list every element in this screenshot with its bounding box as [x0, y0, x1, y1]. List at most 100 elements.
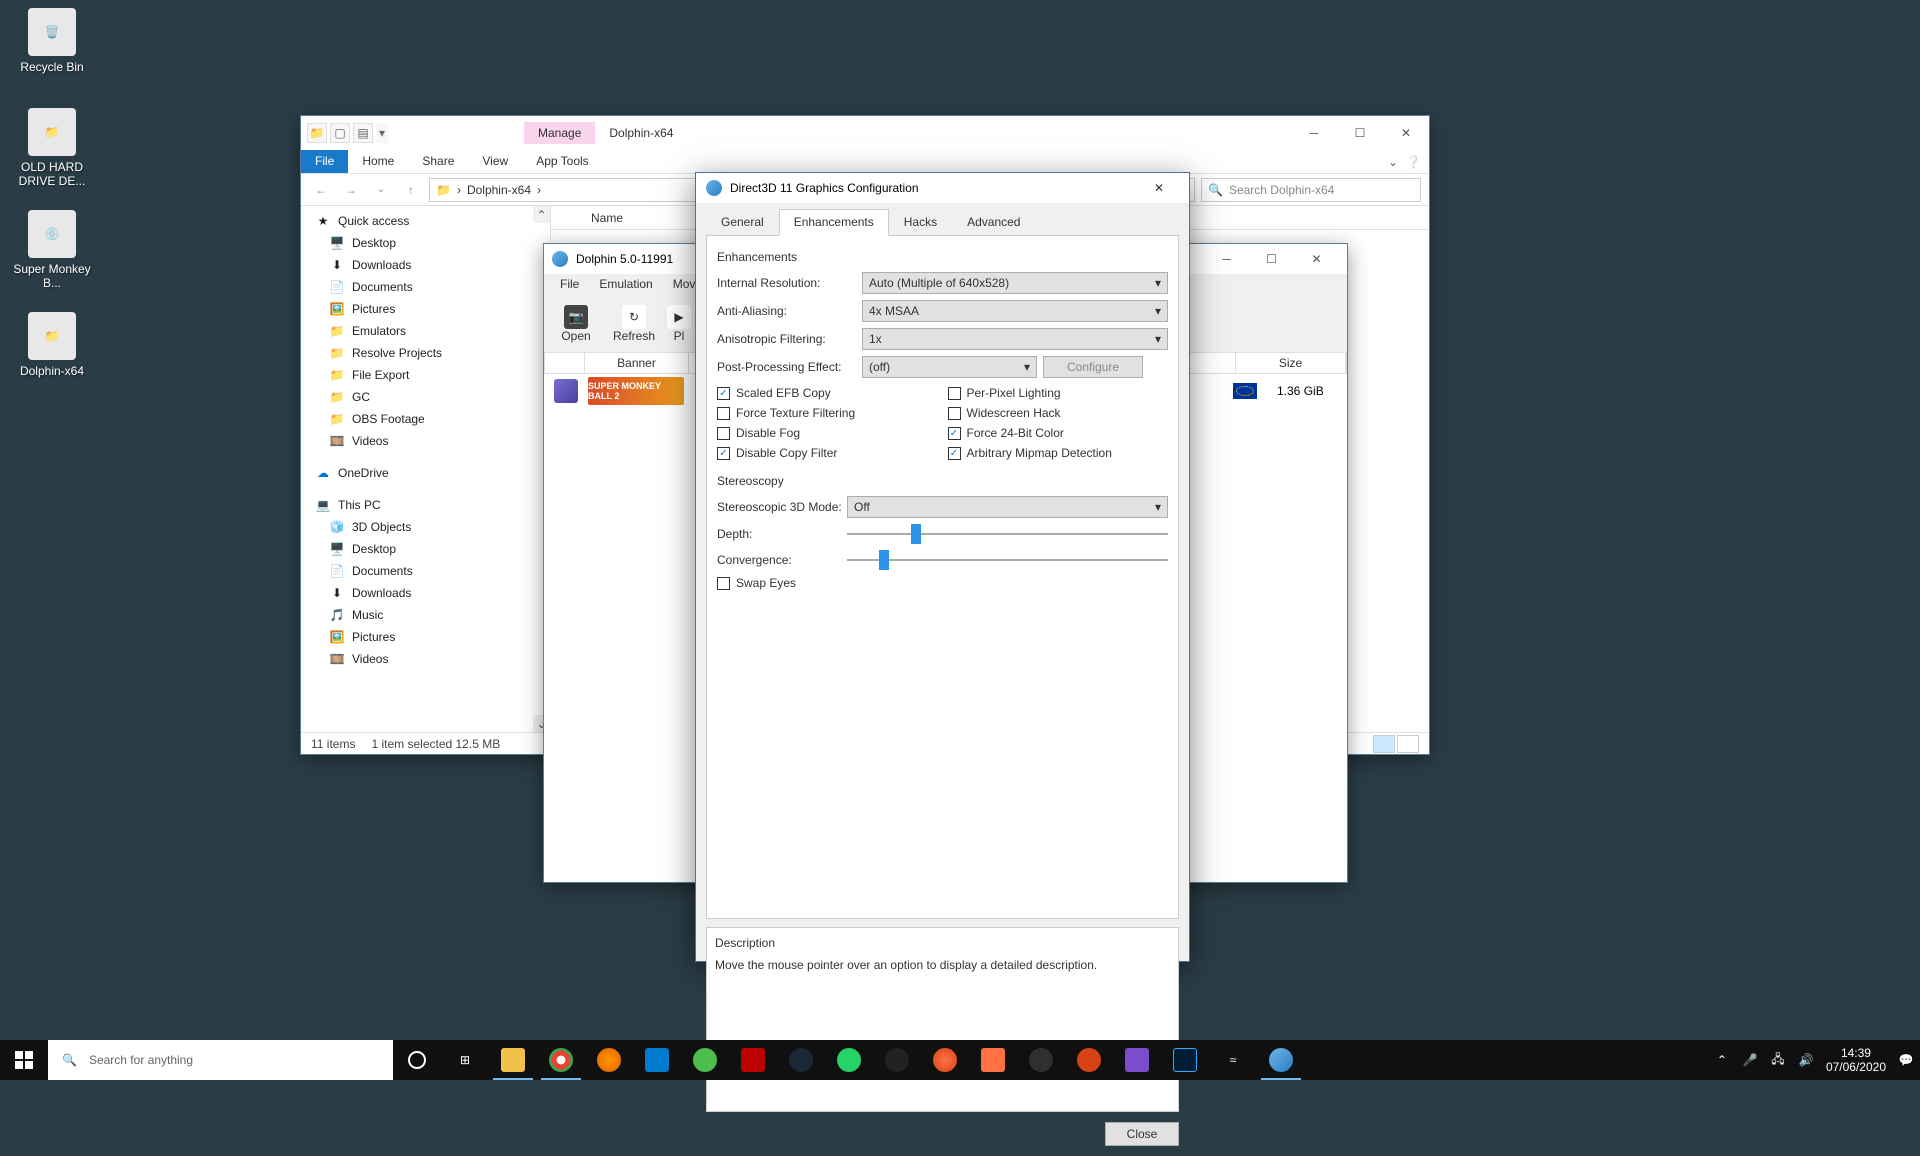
tab-general[interactable]: General: [706, 209, 779, 235]
nav-quick-access[interactable]: ★Quick access: [301, 210, 550, 232]
cortana-button[interactable]: [393, 1040, 441, 1080]
nav-history-dropdown[interactable]: ⌄: [369, 178, 393, 202]
toolbar-open-button[interactable]: 📷Open: [548, 300, 604, 348]
convergence-slider[interactable]: [847, 550, 1168, 570]
column-size[interactable]: Size: [1236, 353, 1346, 373]
breadcrumb-segment[interactable]: Dolphin-x64: [467, 183, 531, 197]
nav-documents-2[interactable]: 📄Documents: [301, 560, 550, 582]
desktop-icon-recycle-bin[interactable]: 🗑️ Recycle Bin: [12, 8, 92, 74]
taskbar-app-orange[interactable]: [969, 1040, 1017, 1080]
ribbon-tab-home[interactable]: Home: [348, 150, 408, 173]
column-banner[interactable]: Banner: [585, 353, 689, 373]
checkbox-per-pixel-lighting[interactable]: Per-Pixel Lighting: [948, 386, 1169, 400]
nav-this-pc[interactable]: 💻This PC: [301, 494, 550, 516]
nav-videos[interactable]: 🎞️Videos: [301, 430, 550, 452]
new-folder-icon[interactable]: ▤: [353, 123, 373, 143]
explorer-titlebar[interactable]: 📁 ▢ ▤ ▾ Manage Dolphin-x64 ─ ☐ ✕: [301, 116, 1429, 150]
close-dialog-button[interactable]: Close: [1105, 1122, 1179, 1146]
close-button[interactable]: ✕: [1294, 244, 1339, 274]
checkbox-disable-copy-filter[interactable]: ✓Disable Copy Filter: [717, 446, 938, 460]
folder-icon[interactable]: 📁: [307, 123, 327, 143]
nav-obs[interactable]: 📁OBS Footage: [301, 408, 550, 430]
slider-thumb[interactable]: [879, 550, 889, 570]
nav-pictures-2[interactable]: 🖼️Pictures: [301, 626, 550, 648]
post-processing-select[interactable]: (off)▾: [862, 356, 1037, 378]
nav-gc[interactable]: 📁GC: [301, 386, 550, 408]
close-button[interactable]: ✕: [1383, 116, 1429, 150]
properties-icon[interactable]: ▢: [330, 123, 350, 143]
checkbox-scaled-efb-copy[interactable]: ✓Scaled EFB Copy: [717, 386, 938, 400]
nav-pictures[interactable]: 🖼️Pictures: [301, 298, 550, 320]
toolbar-play-button[interactable]: ▶Pl: [664, 300, 694, 348]
dialog-titlebar[interactable]: Direct3D 11 Graphics Configuration ✕: [696, 173, 1189, 203]
nav-onedrive[interactable]: ☁OneDrive: [301, 462, 550, 484]
maximize-button[interactable]: ☐: [1249, 244, 1294, 274]
nav-desktop[interactable]: 🖥️Desktop: [301, 232, 550, 254]
contextual-tab-manage[interactable]: Manage: [524, 122, 595, 144]
minimize-button[interactable]: ─: [1204, 244, 1249, 274]
ribbon-tab-apptools[interactable]: App Tools: [522, 150, 602, 173]
tab-enhancements[interactable]: Enhancements: [779, 209, 889, 236]
ribbon-tab-file[interactable]: File: [301, 150, 348, 173]
taskbar-app-red[interactable]: [1065, 1040, 1113, 1080]
toolbar-refresh-button[interactable]: ↻Refresh: [606, 300, 662, 348]
taskbar-search[interactable]: 🔍 Search for anything: [48, 1040, 393, 1080]
taskbar-app-media[interactable]: [873, 1040, 921, 1080]
minimize-button[interactable]: ─: [1291, 116, 1337, 150]
taskbar-app-green[interactable]: [681, 1040, 729, 1080]
taskbar-app-amazon-music[interactable]: [1113, 1040, 1161, 1080]
microphone-icon[interactable]: 🎤: [1742, 1052, 1758, 1068]
checkbox-force-texture-filtering[interactable]: Force Texture Filtering: [717, 406, 938, 420]
help-icon[interactable]: ❔: [1406, 155, 1421, 169]
search-input[interactable]: 🔍 Search Dolphin-x64: [1201, 178, 1421, 202]
nav-downloads[interactable]: ⬇Downloads: [301, 254, 550, 276]
stereo-mode-select[interactable]: Off▾: [847, 496, 1168, 518]
ribbon-expand-icon[interactable]: ⌄: [1388, 155, 1398, 169]
ribbon-tab-view[interactable]: View: [468, 150, 522, 173]
nav-forward-button[interactable]: →: [339, 178, 363, 202]
menu-emulation[interactable]: Emulation: [589, 274, 662, 296]
internal-resolution-select[interactable]: Auto (Multiple of 640x528)▾: [862, 272, 1168, 294]
taskbar-app-vscode[interactable]: [633, 1040, 681, 1080]
taskbar-clock[interactable]: 14:39 07/06/2020: [1826, 1046, 1886, 1075]
anti-aliasing-select[interactable]: 4x MSAA▾: [862, 300, 1168, 322]
anisotropic-select[interactable]: 1x▾: [862, 328, 1168, 350]
close-button[interactable]: ✕: [1139, 173, 1179, 203]
column-name[interactable]: Name: [579, 211, 635, 225]
checkbox-disable-fog[interactable]: Disable Fog: [717, 426, 938, 440]
taskbar-app-steam[interactable]: [777, 1040, 825, 1080]
nav-up-button[interactable]: ↑: [399, 178, 423, 202]
task-view-button[interactable]: ⊞: [441, 1040, 489, 1080]
menu-file[interactable]: File: [550, 274, 589, 296]
nav-downloads-2[interactable]: ⬇Downloads: [301, 582, 550, 604]
nav-emulators[interactable]: 📁Emulators: [301, 320, 550, 342]
checkbox-force-24bit-color[interactable]: ✓Force 24-Bit Color: [948, 426, 1169, 440]
view-large-icons-button[interactable]: [1397, 735, 1419, 753]
taskbar-app-obs[interactable]: [1017, 1040, 1065, 1080]
nav-music[interactable]: 🎵Music: [301, 604, 550, 626]
nav-videos-2[interactable]: 🎞️Videos: [301, 648, 550, 670]
taskbar-app-explorer[interactable]: [489, 1040, 537, 1080]
checkbox-widescreen-hack[interactable]: Widescreen Hack: [948, 406, 1169, 420]
desktop-icon-dolphin[interactable]: 📁 Dolphin-x64: [12, 312, 92, 378]
tray-overflow-button[interactable]: ⌃: [1714, 1052, 1730, 1068]
taskbar-app-photoshop[interactable]: [1161, 1040, 1209, 1080]
taskbar-app-whatsapp[interactable]: [825, 1040, 873, 1080]
tab-advanced[interactable]: Advanced: [952, 209, 1035, 235]
nav-3d-objects[interactable]: 🧊3D Objects: [301, 516, 550, 538]
desktop-icon-super-monkey[interactable]: 💿 Super Monkey B...: [12, 210, 92, 291]
depth-slider[interactable]: [847, 524, 1168, 544]
view-details-button[interactable]: [1373, 735, 1395, 753]
taskbar-app-chrome[interactable]: [537, 1040, 585, 1080]
checkbox-arbitrary-mipmap[interactable]: ✓Arbitrary Mipmap Detection: [948, 446, 1169, 460]
maximize-button[interactable]: ☐: [1337, 116, 1383, 150]
desktop-icon-old-hdd[interactable]: 📁 OLD HARD DRIVE DE...: [12, 108, 92, 189]
nav-documents[interactable]: 📄Documents: [301, 276, 550, 298]
taskbar-app-firefox[interactable]: [585, 1040, 633, 1080]
tab-hacks[interactable]: Hacks: [889, 209, 952, 235]
network-icon[interactable]: 🖧: [1770, 1052, 1786, 1068]
nav-fileexport[interactable]: 📁File Export: [301, 364, 550, 386]
taskbar-app-dolphin[interactable]: [1257, 1040, 1305, 1080]
ribbon-tab-share[interactable]: Share: [408, 150, 468, 173]
checkbox-swap-eyes[interactable]: Swap Eyes: [717, 576, 1168, 590]
